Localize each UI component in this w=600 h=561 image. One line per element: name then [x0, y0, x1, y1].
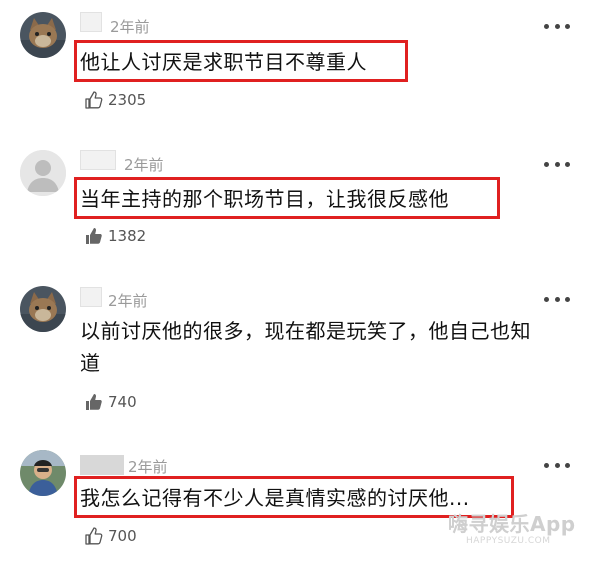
like-button[interactable]: 2305: [84, 90, 146, 110]
more-options-icon[interactable]: [544, 461, 570, 469]
username-redacted[interactable]: [80, 12, 102, 32]
like-button[interactable]: 740: [84, 392, 137, 412]
more-options-icon[interactable]: [544, 22, 570, 30]
like-count: 700: [108, 527, 137, 545]
username-redacted[interactable]: [80, 455, 124, 475]
user-avatar[interactable]: [20, 150, 66, 196]
watermark-logo: 嗨寻娱乐App: [448, 512, 576, 536]
thumbs-up-outline-icon: [85, 91, 103, 109]
user-avatar[interactable]: [20, 450, 66, 496]
watermark-url: HAPPYSUZU.COM: [466, 536, 551, 546]
more-options-icon[interactable]: [544, 295, 570, 303]
username-redacted[interactable]: [80, 150, 116, 170]
like-count: 740: [108, 393, 137, 411]
like-count: 1382: [108, 227, 147, 245]
like-button[interactable]: 1382: [84, 226, 146, 246]
highlight-box: [74, 40, 408, 82]
highlight-box: [74, 177, 500, 219]
thumbs-up-outline-icon: [85, 527, 103, 545]
user-avatar[interactable]: [20, 286, 66, 332]
comment-time: 2年前: [128, 458, 168, 476]
comment-text-line-1: 以前讨厌他的很多，现在都是玩笑了，他自己也知: [80, 319, 531, 343]
thumbs-up-filled-icon: [86, 228, 102, 244]
thumbs-up-filled-icon: [86, 394, 102, 410]
username-redacted[interactable]: [80, 287, 102, 307]
more-options-icon[interactable]: [544, 160, 570, 168]
comment-time: 2年前: [124, 156, 164, 174]
user-avatar[interactable]: [20, 12, 66, 58]
like-count: 2305: [108, 91, 147, 109]
comment-time: 2年前: [110, 18, 150, 36]
comment-text-line-2: 道: [80, 351, 101, 375]
like-button[interactable]: 700: [84, 526, 137, 546]
comment-time: 2年前: [108, 292, 148, 310]
